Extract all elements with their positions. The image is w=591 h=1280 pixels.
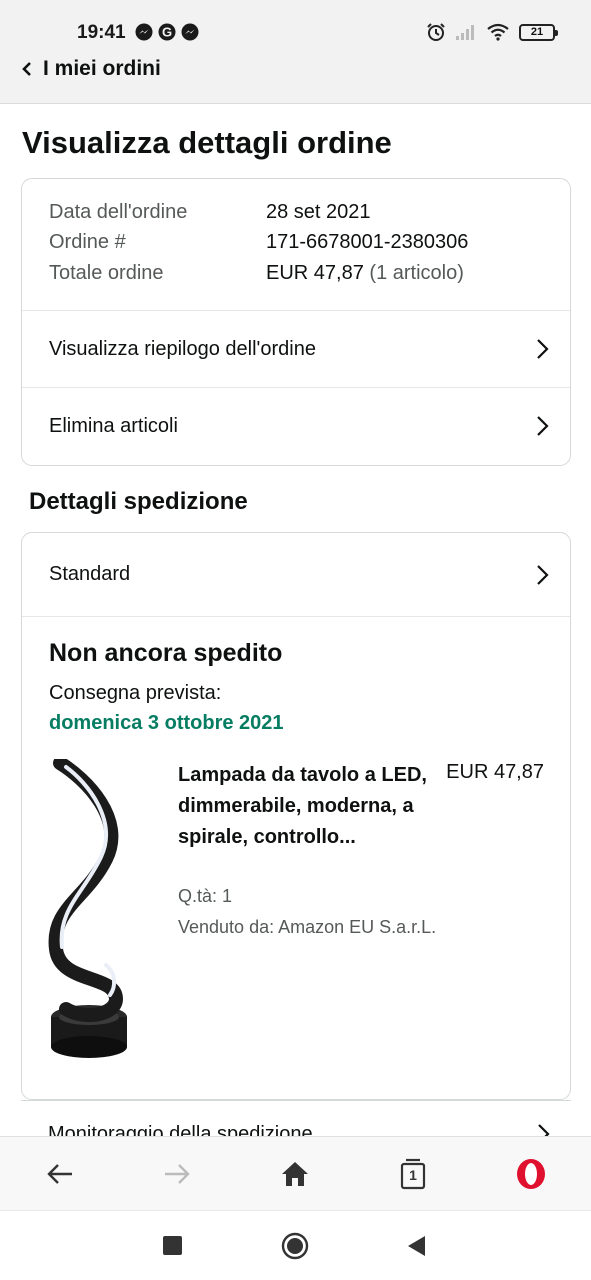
back-arrow-icon[interactable] (43, 1157, 77, 1191)
order-number-value: 171-6678001-2380306 (266, 231, 469, 253)
svg-text:G: G (162, 25, 172, 40)
order-total-items: (1 articolo) (369, 262, 464, 284)
messenger-icon (181, 23, 199, 41)
product-price: EUR 47,87 (446, 761, 544, 783)
tabs-icon[interactable]: 1 (396, 1157, 430, 1191)
shipment-status: Non ancora spedito (49, 639, 283, 667)
order-total-value: EUR 47,87 (266, 262, 364, 284)
back-link-label: I miei ordini (43, 57, 161, 80)
order-info-card: Data dell'ordine 28 set 2021 Ordine # 17… (21, 178, 571, 466)
notification-icons: G (135, 23, 199, 41)
order-date-value: 28 set 2021 (266, 201, 371, 223)
status-time: 19:41 (77, 22, 126, 43)
order-number-label: Ordine # (49, 231, 126, 253)
google-icon: G (158, 23, 176, 41)
back-triangle-icon[interactable] (405, 1235, 427, 1257)
status-bar: 19:41 G 21 (0, 0, 591, 56)
tracking-row[interactable]: Monitoraggio della spedizione (21, 1100, 571, 1140)
shipping-card: Standard Non ancora spedito Consegna pre… (21, 532, 571, 1100)
alarm-icon (427, 23, 445, 41)
shipping-method: Standard (49, 563, 131, 585)
chevron-left-icon (22, 62, 31, 76)
back-link[interactable]: I miei ordini (19, 56, 161, 82)
signal-icon (456, 25, 474, 40)
opera-icon[interactable] (514, 1157, 548, 1191)
shipping-method-row[interactable]: Standard (22, 533, 570, 617)
wifi-icon (487, 23, 509, 41)
forward-arrow-icon[interactable] (160, 1157, 194, 1191)
product-quantity: Q.tà: 1 (178, 886, 233, 906)
page-title: Visualizza dettagli ordine (22, 125, 392, 160)
home-icon[interactable] (278, 1157, 312, 1191)
order-summary-link[interactable]: Visualizza riepilogo dell'ordine (22, 310, 570, 387)
battery-icon: 21 (519, 23, 558, 41)
home-circle-icon[interactable] (281, 1232, 309, 1260)
chevron-right-icon (537, 416, 549, 436)
chevron-right-icon (537, 564, 549, 585)
system-icons: 21 (426, 22, 558, 42)
chevron-right-icon (537, 339, 549, 359)
delivery-label: Consegna prevista: (49, 682, 222, 704)
delete-items-label: Elimina articoli (49, 414, 178, 437)
browser-bottom-nav: 1 (0, 1136, 591, 1210)
recents-square-icon[interactable] (163, 1236, 182, 1255)
product-title[interactable]: Lampada da tavolo a LED, dimmerabile, mo… (178, 760, 428, 853)
messenger-icon (135, 23, 153, 41)
back-bar: I miei ordini (0, 56, 591, 104)
battery-level: 21 (530, 26, 544, 38)
delivery-date: domenica 3 ottobre 2021 (49, 712, 284, 734)
order-date-label: Data dell'ordine (49, 201, 188, 223)
product-image[interactable] (46, 759, 132, 1059)
product-seller: Venduto da: Amazon EU S.a.r.L. (178, 917, 437, 937)
order-summary-label: Visualizza riepilogo dell'ordine (49, 337, 316, 360)
order-total: EUR 47,87 (1 articolo) (266, 262, 464, 285)
delete-items-link[interactable]: Elimina articoli (22, 387, 570, 464)
shipping-section-title: Dettagli spedizione (29, 488, 248, 515)
order-total-label: Totale ordine (49, 262, 164, 284)
android-nav-bar (0, 1210, 591, 1280)
tab-count: 1 (409, 1167, 417, 1183)
